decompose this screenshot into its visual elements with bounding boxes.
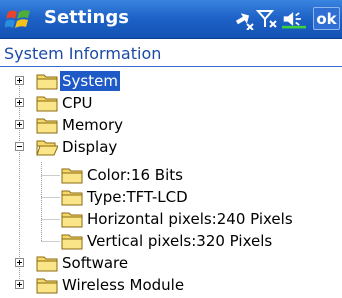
tree-item-type[interactable]: Type:TFT-LCD <box>0 186 342 208</box>
expand-toggle[interactable] <box>15 258 24 267</box>
tree-item-wireless-module[interactable]: Wireless Module <box>0 274 342 296</box>
tree-item-label[interactable]: Software <box>60 253 130 273</box>
tree-item-label[interactable]: Color:16 Bits <box>85 165 185 185</box>
folder-closed-icon <box>61 234 83 250</box>
tree-item-horizontal-pixels[interactable]: Horizontal pixels:240 Pixels <box>0 208 342 230</box>
tree-item-label[interactable]: Vertical pixels:320 Pixels <box>85 231 274 251</box>
folder-closed-icon <box>36 96 58 112</box>
folder-open-icon <box>36 140 58 156</box>
folder-closed-icon <box>61 168 83 184</box>
folder-closed-icon <box>61 190 83 206</box>
expand-toggle[interactable] <box>15 76 24 85</box>
tree-item-display[interactable]: Display <box>0 136 342 158</box>
tree-item-label[interactable]: Memory <box>60 115 125 135</box>
tree-item-system[interactable]: System <box>0 70 342 92</box>
tree-item-memory[interactable]: Memory <box>0 114 342 136</box>
tree-item-label[interactable]: Type:TFT-LCD <box>85 187 190 207</box>
folder-closed-icon <box>36 256 58 272</box>
folder-closed-icon <box>36 278 58 294</box>
tree-item-label[interactable]: Display <box>60 137 119 157</box>
folder-closed-icon <box>36 74 58 90</box>
tree-item-label[interactable]: CPU <box>60 93 95 113</box>
expand-toggle[interactable] <box>15 98 24 107</box>
tree-item-label[interactable]: Wireless Module <box>60 275 186 295</box>
collapse-toggle[interactable] <box>15 142 24 151</box>
tree-item-software[interactable]: Software <box>0 252 342 274</box>
tree-item-label[interactable]: System <box>60 71 120 91</box>
tree-view[interactable]: System CPU Memory Display Color:16 Bits … <box>0 0 342 298</box>
folder-closed-icon <box>36 118 58 134</box>
expand-toggle[interactable] <box>15 120 24 129</box>
folder-closed-icon <box>61 212 83 228</box>
tree-item-vertical-pixels[interactable]: Vertical pixels:320 Pixels <box>0 230 342 252</box>
tree-item-cpu[interactable]: CPU <box>0 92 342 114</box>
tree-item-label[interactable]: Horizontal pixels:240 Pixels <box>85 209 295 229</box>
tree-item-color[interactable]: Color:16 Bits <box>0 164 342 186</box>
expand-toggle[interactable] <box>15 280 24 289</box>
